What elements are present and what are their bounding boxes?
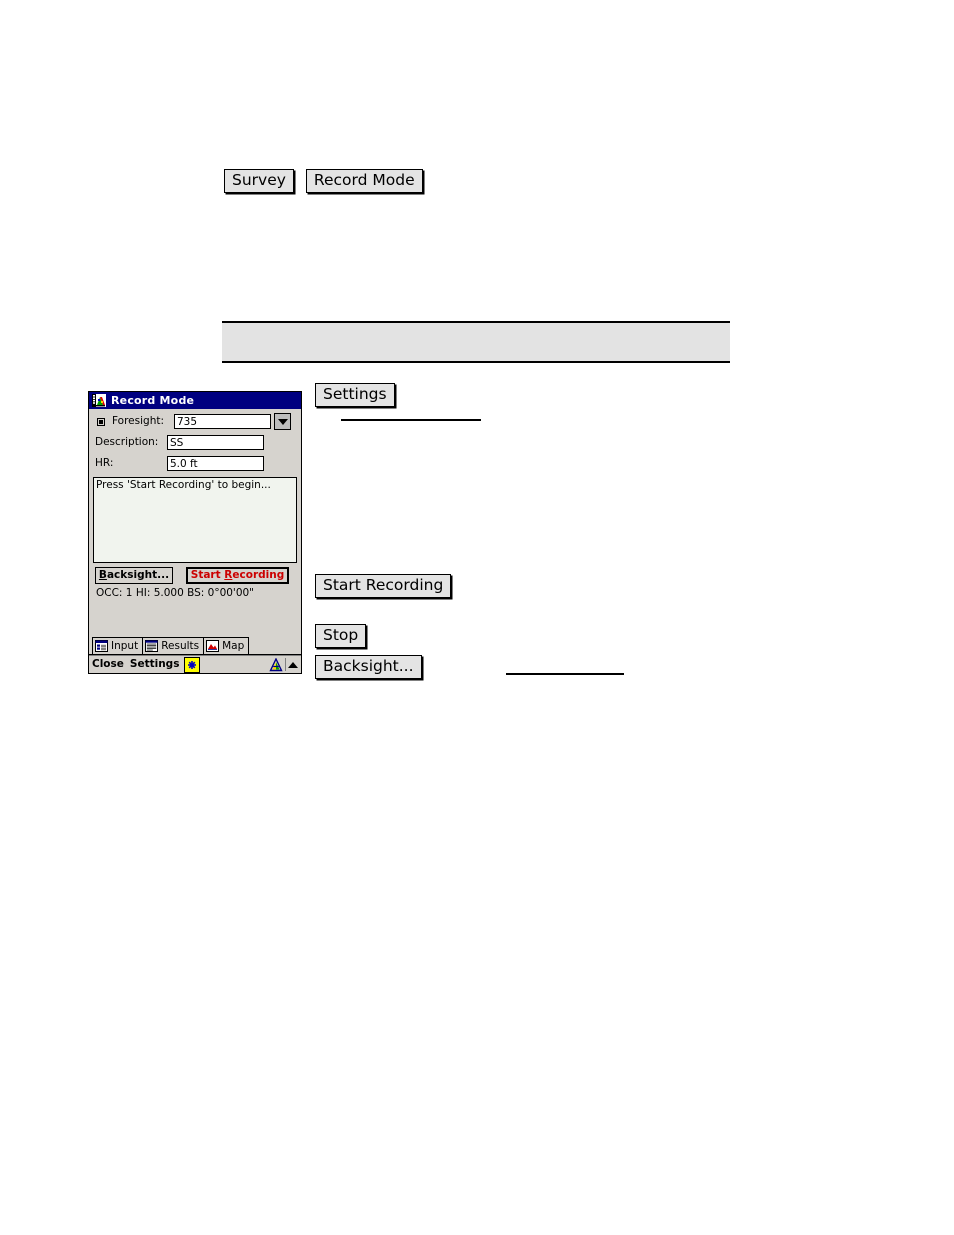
key-settings[interactable]: Settings <box>315 383 395 407</box>
scroll-up-arrow-icon[interactable] <box>288 661 298 668</box>
tab-results[interactable]: Results <box>142 637 205 654</box>
backsight-button[interactable]: Backsight... <box>95 567 173 584</box>
window-title: Record Mode <box>111 394 195 407</box>
tab-input-label: Input <box>111 640 139 652</box>
manual-top-key-row: Survey Record Mode <box>224 169 423 193</box>
hr-input[interactable]: 5.0 ft <box>167 456 264 471</box>
key-start-recording[interactable]: Start Recording <box>315 574 452 598</box>
status-bar: Close Settings <box>89 655 301 673</box>
radio-selected-marker[interactable] <box>97 417 105 426</box>
backsight-label: acksight... <box>106 569 170 581</box>
survey-tripod-icon[interactable] <box>269 657 283 672</box>
key-record-mode[interactable]: Record Mode <box>305 169 423 193</box>
start-recording-word1: Start <box>190 569 221 581</box>
label-description: Description: <box>95 436 159 448</box>
notice-banner <box>222 321 730 363</box>
label-hr: HR: <box>95 457 114 469</box>
tab-input[interactable]: Input <box>92 637 144 654</box>
results-list-icon <box>145 640 159 652</box>
record-mode-app-icon <box>92 394 106 407</box>
key-survey[interactable]: Survey <box>224 169 294 193</box>
settings-button[interactable]: Settings <box>130 658 180 671</box>
blue-asterisk-icon[interactable] <box>184 656 201 673</box>
tab-map-label: Map <box>222 640 245 652</box>
tab-results-label: Results <box>161 640 200 652</box>
start-recording-label: ecording <box>232 569 285 581</box>
field-row-foresight: Foresight: 735 <box>93 412 297 431</box>
action-button-row: Backsight... Start Recording <box>93 567 297 584</box>
field-row-description: Description: SS <box>93 433 297 452</box>
record-mode-window: Record Mode Foresight: 735 Description: … <box>88 391 302 674</box>
key-stop[interactable]: Stop <box>315 624 367 648</box>
tab-strip: Input Results Map <box>89 636 301 655</box>
message-log: Press 'Start Recording' to begin... <box>93 477 297 563</box>
tab-map[interactable]: Map <box>203 637 250 654</box>
start-recording-button[interactable]: Start Recording <box>186 567 289 584</box>
backsight-accel: B <box>98 569 107 581</box>
field-row-hr: HR: 5.0 ft <box>93 454 297 473</box>
redaction-rule-upper <box>341 419 481 421</box>
map-peak-icon <box>206 640 220 652</box>
window-client-area: Foresight: 735 Description: SS HR: 5.0 f… <box>89 409 301 636</box>
redaction-rule-lower <box>506 673 624 675</box>
key-backsight[interactable]: Backsight... <box>315 655 422 679</box>
occupation-status-line: OCC: 1 HI: 5.000 BS: 0°00'00" <box>96 587 255 599</box>
status-divider <box>285 658 286 671</box>
client-spacer <box>93 600 297 636</box>
label-foresight: Foresight: <box>112 415 164 427</box>
chevron-down-icon[interactable] <box>274 413 291 430</box>
input-form-icon <box>95 640 108 652</box>
blue-asterisk-glyph <box>188 660 197 669</box>
description-input[interactable]: SS <box>167 435 264 450</box>
close-button[interactable]: Close <box>92 658 124 671</box>
foresight-input[interactable]: 735 <box>174 414 271 429</box>
window-titlebar: Record Mode <box>89 392 301 409</box>
